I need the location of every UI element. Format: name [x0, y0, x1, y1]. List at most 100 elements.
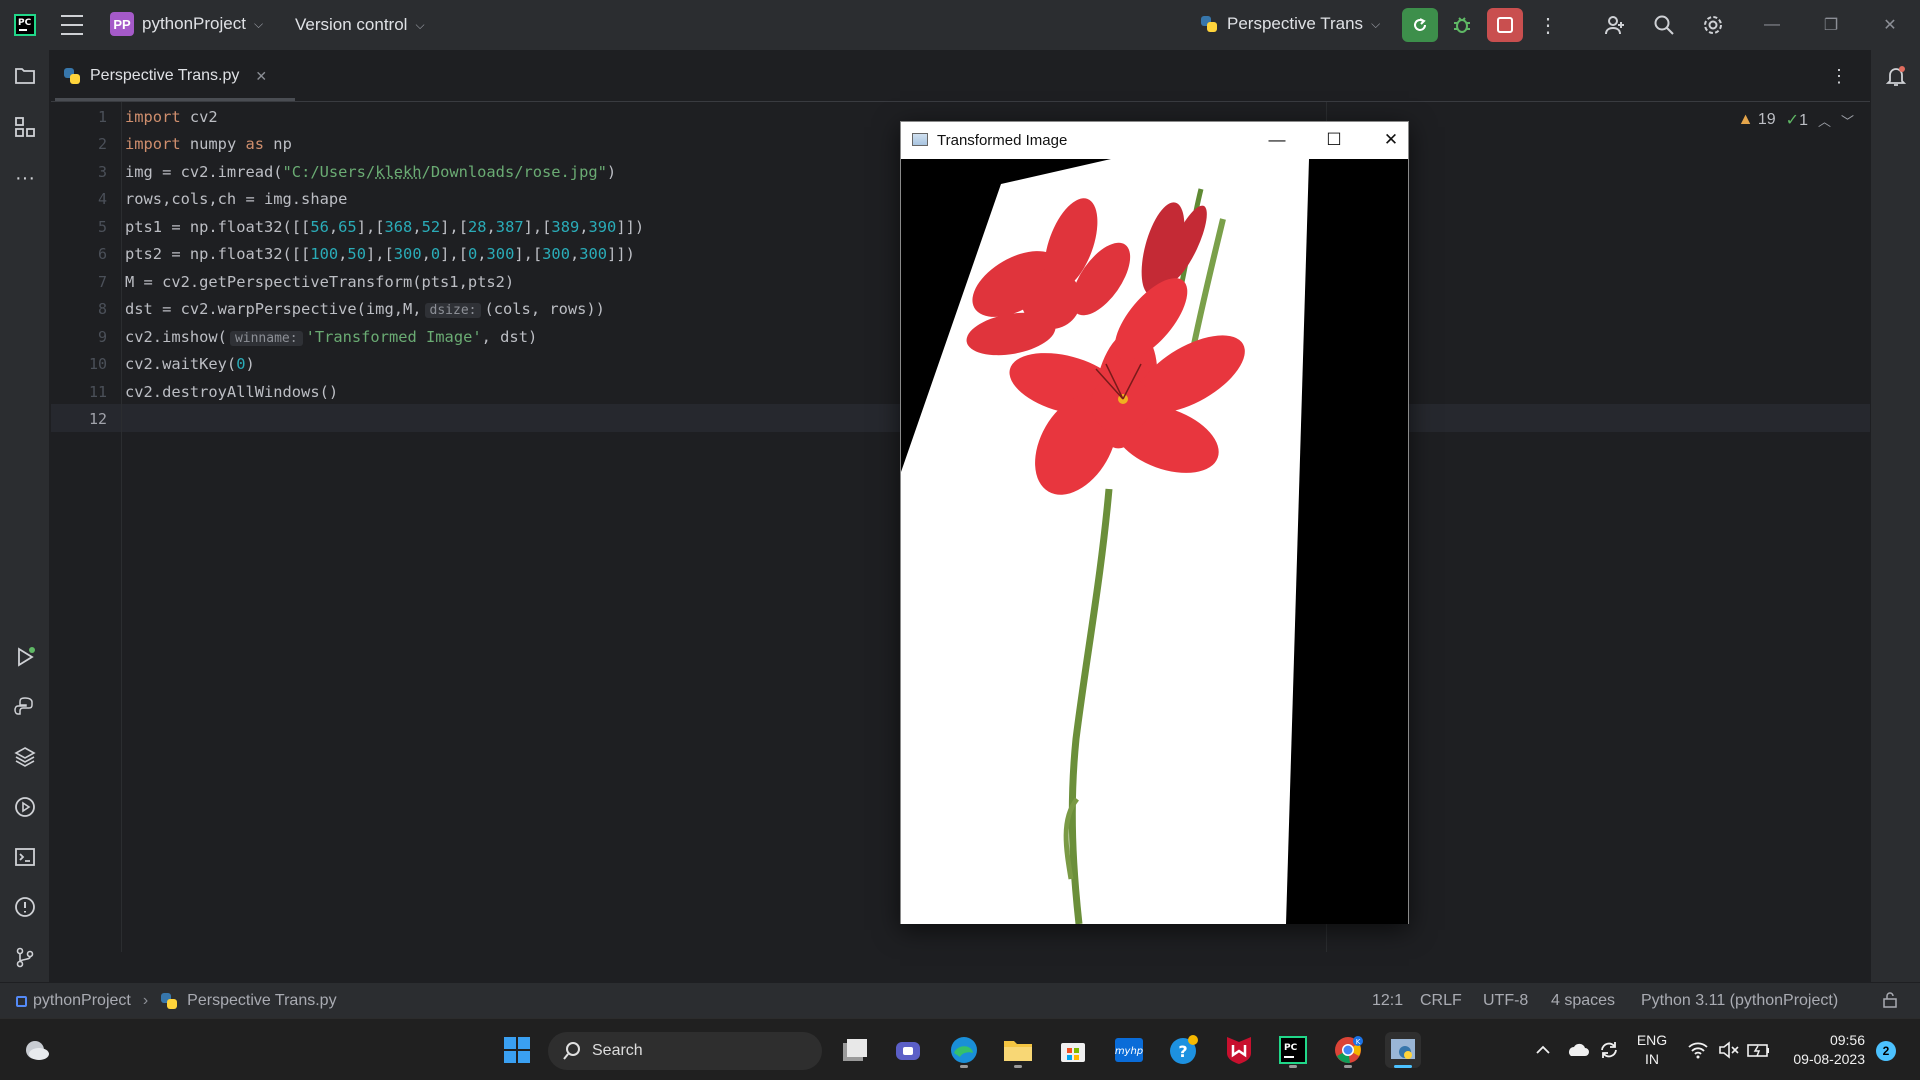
code-line-2: import numpy as np — [125, 135, 292, 153]
edge-icon[interactable] — [946, 1032, 982, 1068]
restore-icon[interactable]: ❐ — [1818, 12, 1844, 38]
running-indicator — [960, 1065, 968, 1068]
bug-icon — [1454, 17, 1470, 33]
store-icon[interactable] — [1055, 1032, 1091, 1068]
search-icon[interactable] — [1650, 12, 1678, 38]
tab-label: Perspective Trans.py — [90, 67, 240, 84]
run-icon[interactable] — [12, 644, 38, 670]
chrome-icon[interactable]: K — [1330, 1032, 1366, 1068]
project-selector[interactable]: PP pythonProject ⌵ — [110, 12, 263, 36]
python-window-icon[interactable] — [1385, 1032, 1421, 1068]
running-indicator — [1344, 1065, 1352, 1068]
lock-icon[interactable] — [1882, 992, 1898, 1013]
project-badge: PP — [110, 12, 134, 36]
version-control-menu[interactable]: Version control ⌵ — [295, 15, 425, 35]
code-line-8: dst = cv2.warpPerspective(img,M, dsize: (c… — [125, 300, 605, 318]
ok-indicator[interactable]: ✓1 — [1786, 110, 1808, 130]
meet-icon[interactable] — [890, 1032, 926, 1068]
rerun-button[interactable] — [1402, 8, 1438, 42]
git-icon[interactable] — [12, 944, 38, 970]
warnings-indicator[interactable]: ▲ 19 — [1738, 111, 1776, 129]
services-icon[interactable] — [12, 794, 38, 820]
line-number: 3 — [97, 163, 107, 181]
add-user-icon[interactable] — [1601, 12, 1629, 38]
indent-setting[interactable]: 4 spaces — [1551, 992, 1615, 1010]
sync-icon[interactable] — [1595, 1032, 1623, 1068]
tab-options-icon[interactable]: ⋮ — [1830, 66, 1848, 87]
line-number: 4 — [97, 190, 107, 208]
module-icon — [16, 995, 27, 1007]
weather-icon[interactable] — [18, 1032, 54, 1068]
python-interpreter[interactable]: Python 3.11 (pythonProject) — [1641, 992, 1838, 1010]
caret-position[interactable]: 12:1 — [1372, 992, 1403, 1010]
python-console-icon[interactable] — [12, 694, 38, 720]
taskbar-search-box[interactable]: Search — [548, 1032, 822, 1070]
close-tab-icon[interactable]: ✕ — [255, 68, 267, 85]
volume-muted-icon[interactable] — [1715, 1032, 1743, 1068]
mcafee-icon[interactable] — [1221, 1032, 1257, 1068]
project-name: pythonProject — [142, 14, 246, 33]
wifi-icon[interactable] — [1684, 1032, 1712, 1068]
python-file-icon — [160, 992, 178, 1010]
breadcrumb-file[interactable]: Perspective Trans.py — [187, 992, 336, 1010]
image-window-titlebar[interactable]: Transformed Image — ☐ ✕ — [901, 122, 1408, 158]
line-separator[interactable]: CRLF — [1420, 992, 1462, 1010]
file-encoding[interactable]: UTF-8 — [1483, 992, 1528, 1010]
close-icon[interactable]: ✕ — [1877, 12, 1903, 38]
python-file-icon — [63, 67, 81, 85]
notifications-icon[interactable] — [1883, 63, 1909, 89]
line-number: 5 — [97, 218, 107, 236]
task-view-icon[interactable] — [837, 1032, 873, 1068]
stop-icon — [1497, 17, 1513, 33]
folder-icon[interactable] — [12, 63, 38, 89]
maximize-icon[interactable]: ☐ — [1319, 128, 1349, 152]
transformed-image-window[interactable]: Transformed Image — ☐ ✕ — [900, 121, 1409, 924]
windows-start-icon[interactable] — [499, 1032, 535, 1068]
stop-button[interactable] — [1487, 8, 1523, 42]
title-bar: PC PP pythonProject ⌵ Version control ⌵ … — [0, 0, 1920, 50]
pycharm-icon[interactable]: PC — [1275, 1032, 1311, 1068]
terminal-icon[interactable] — [12, 844, 38, 870]
minimize-icon[interactable]: — — [1759, 12, 1785, 38]
show-hidden-icons-chevron-up-icon[interactable] — [1531, 1032, 1555, 1068]
run-configuration-selector[interactable]: Perspective Trans ⌵ — [1200, 14, 1380, 34]
notification-count-badge[interactable]: 2 — [1876, 1041, 1896, 1061]
problems-icon[interactable] — [12, 894, 38, 920]
close-icon[interactable]: ✕ — [1376, 128, 1406, 152]
pycharm-logo-icon[interactable]: PC — [14, 14, 36, 36]
language-indicator[interactable]: ENG IN — [1635, 1031, 1669, 1069]
myhp-icon[interactable]: myhp — [1111, 1032, 1147, 1068]
chevron-down-icon: ⌵ — [415, 17, 425, 32]
running-indicator — [1014, 1065, 1022, 1068]
breadcrumb-project[interactable]: pythonProject — [33, 992, 131, 1010]
code-line-7: M = cv2.getPerspectiveTransform(pts1,pts… — [125, 273, 515, 291]
line-number: 10 — [88, 355, 107, 373]
more-actions-icon[interactable]: ⋮ — [1530, 8, 1566, 42]
structure-icon[interactable] — [12, 114, 38, 140]
line-number-gutter: 1 2 3 4 5 6 7 8 9 10 11 12 — [51, 102, 122, 952]
minimize-icon[interactable]: — — [1262, 128, 1292, 152]
line-number: 6 — [97, 245, 107, 263]
run-config-label: Perspective Trans — [1227, 14, 1364, 33]
chevron-up-icon[interactable]: ︿ — [1818, 111, 1831, 130]
onedrive-cloud-icon[interactable] — [1563, 1032, 1591, 1068]
debug-button[interactable] — [1444, 8, 1480, 42]
clock-time: 09:56 — [1829, 1032, 1865, 1048]
chevron-right-icon: › — [142, 992, 149, 1009]
main-menu-icon[interactable] — [61, 15, 83, 35]
settings-gear-icon[interactable] — [1699, 12, 1727, 38]
layers-icon[interactable] — [12, 744, 38, 770]
help-icon[interactable]: ? — [1166, 1032, 1202, 1068]
line-number: 9 — [97, 328, 107, 346]
clock[interactable]: 09:56 09-08-2023 — [1783, 1031, 1865, 1069]
more-icon[interactable]: ··· — [12, 165, 38, 191]
inspection-widget[interactable]: ▲ 19 ✓1 ︿ ﹀ — [1738, 110, 1854, 130]
battery-charging-icon[interactable] — [1745, 1032, 1773, 1068]
code-line-4: rows,cols,ch = img.shape — [125, 190, 348, 208]
file-explorer-icon[interactable] — [1000, 1032, 1036, 1068]
chevron-down-icon[interactable]: ﹀ — [1841, 111, 1854, 130]
line-number: 7 — [97, 273, 107, 291]
param-hint: dsize: — [424, 303, 482, 318]
running-indicator — [1289, 1065, 1297, 1068]
tab-perspective-trans[interactable]: Perspective Trans.py ✕ — [63, 62, 267, 90]
